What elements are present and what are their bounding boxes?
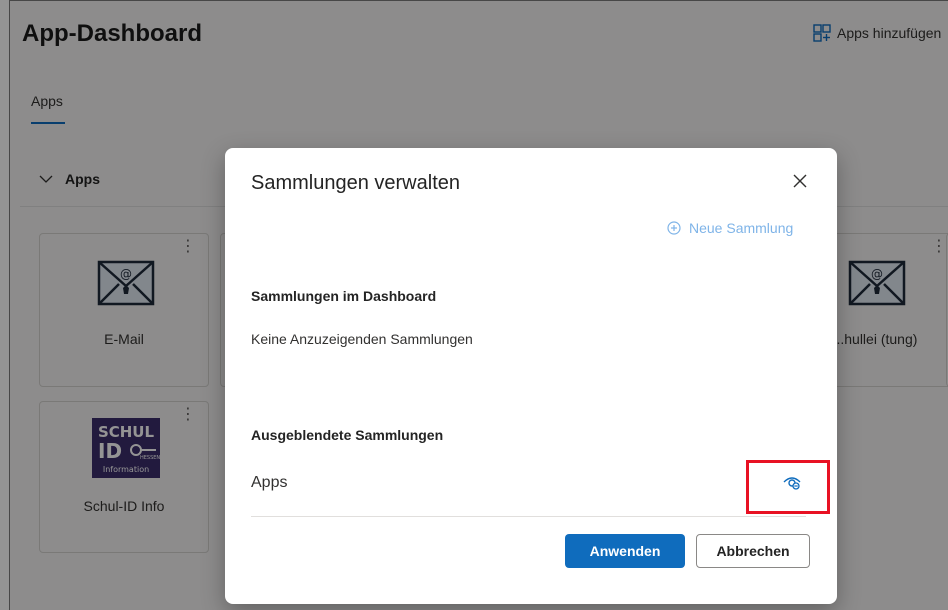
highlight-box bbox=[746, 460, 830, 514]
apply-button[interactable]: Anwenden bbox=[565, 534, 685, 568]
dialog-title: Sammlungen verwalten bbox=[251, 172, 460, 194]
divider bbox=[251, 516, 806, 517]
close-icon[interactable] bbox=[791, 172, 809, 190]
hidden-collection-label: Apps bbox=[251, 474, 288, 491]
empty-state-text: Keine Anzuzeigenden Sammlungen bbox=[251, 331, 473, 347]
manage-collections-dialog: Sammlungen verwalten Neue Sammlung Samml… bbox=[225, 148, 837, 604]
section-hidden-heading: Ausgeblendete Sammlungen bbox=[251, 427, 444, 443]
section-dashboard-heading: Sammlungen im Dashboard bbox=[251, 288, 437, 304]
new-collection-label: Neue Sammlung bbox=[689, 220, 794, 236]
add-circle-icon bbox=[667, 221, 681, 235]
new-collection-button[interactable]: Neue Sammlung bbox=[667, 220, 793, 236]
cancel-button[interactable]: Abbrechen bbox=[696, 534, 810, 568]
